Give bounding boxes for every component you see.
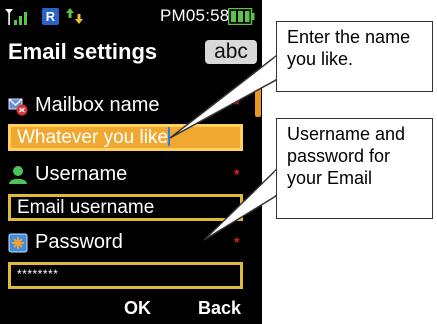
mailbox-name-label-text: Mailbox name — [35, 94, 160, 116]
phone-screen: R PM05:58 Email settings abc Mailbox nam… — [0, 0, 262, 324]
mailbox-icon — [8, 96, 28, 116]
mailbox-name-callout: Enter the name you like. — [276, 21, 433, 92]
username-input[interactable]: Email username — [8, 194, 243, 221]
username-value: Email username — [17, 197, 155, 218]
data-transfer-icon — [66, 8, 83, 24]
username-label: Username — [8, 163, 127, 186]
mailbox-name-label: Mailbox name — [8, 94, 160, 117]
user-icon — [8, 165, 28, 185]
scrollbar[interactable] — [255, 77, 261, 117]
mailbox-name-input[interactable]: Whatever you like — [8, 124, 243, 151]
password-label: Password — [8, 231, 123, 254]
password-input[interactable]: ******** — [8, 262, 243, 289]
mailbox-name-value: Whatever you like — [17, 127, 169, 148]
back-softkey[interactable]: Back — [198, 298, 241, 319]
required-mark: * — [234, 96, 240, 112]
password-label-text: Password — [35, 231, 123, 253]
username-label-text: Username — [35, 163, 128, 185]
clock: PM05:58 — [160, 6, 230, 25]
roaming-icon: R — [42, 8, 59, 25]
password-value: ******** — [17, 267, 59, 281]
required-mark: * — [234, 234, 240, 250]
required-mark: * — [234, 166, 240, 182]
ok-softkey[interactable]: OK — [124, 298, 151, 319]
credentials-callout: Username and password for your Email — [276, 118, 433, 219]
page-title: Email settings — [8, 39, 158, 64]
status-bar: R PM05:58 — [0, 0, 262, 32]
signal-strength-icon — [5, 9, 27, 25]
battery-icon — [228, 8, 255, 25]
softkey-bar: OK Back — [0, 297, 262, 324]
input-mode-indicator: abc — [205, 40, 257, 64]
key-icon — [8, 233, 28, 253]
text-cursor — [168, 127, 171, 146]
